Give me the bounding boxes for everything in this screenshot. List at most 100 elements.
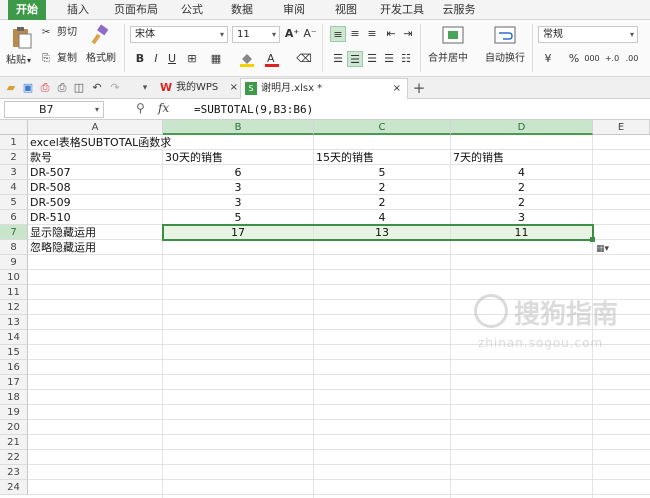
currency-icon[interactable]: ¥ bbox=[540, 51, 556, 67]
cell-a4[interactable]: DR-508 bbox=[28, 180, 163, 195]
redo-icon[interactable]: ↷ bbox=[108, 81, 122, 95]
bold-button[interactable]: B bbox=[132, 51, 148, 67]
distribute-icon[interactable]: ☷ bbox=[398, 51, 414, 67]
cell-d5[interactable]: 2 bbox=[451, 195, 593, 210]
underline-button[interactable]: U bbox=[164, 51, 180, 67]
merge-center-button[interactable]: 合并居中 bbox=[428, 52, 468, 66]
cell-a1[interactable]: excel表格SUBTOTAL函数求 bbox=[28, 135, 171, 150]
cell-c6[interactable]: 4 bbox=[314, 210, 451, 225]
font-size-select[interactable]: 11 ▾ bbox=[232, 26, 280, 43]
tab-developer[interactable]: 开发工具 bbox=[376, 0, 428, 20]
comma-button[interactable]: 000 bbox=[584, 51, 600, 67]
column-header-a[interactable]: A bbox=[28, 120, 163, 135]
row-header[interactable]: 5 bbox=[0, 195, 28, 210]
fill-handle[interactable] bbox=[590, 237, 595, 242]
row-header[interactable]: 23 bbox=[0, 465, 28, 480]
borders-icon[interactable]: ⊞ bbox=[184, 51, 200, 67]
select-all-corner[interactable] bbox=[0, 120, 28, 135]
cell-b2[interactable]: 30天的销售 bbox=[163, 150, 314, 165]
number-format-select[interactable]: 常规 ▾ bbox=[538, 26, 638, 43]
row-header[interactable]: 22 bbox=[0, 450, 28, 465]
cut-icon[interactable]: ✂ bbox=[42, 26, 50, 40]
cell-c2[interactable]: 15天的销售 bbox=[314, 150, 451, 165]
decrease-decimal-button[interactable]: .00 bbox=[624, 51, 640, 67]
copy-button[interactable]: 复制 bbox=[57, 52, 77, 66]
row-header[interactable]: 21 bbox=[0, 435, 28, 450]
tab-data[interactable]: 数据 bbox=[224, 0, 260, 20]
tab-workbook[interactable]: S 谢明月.xlsx * × bbox=[240, 78, 408, 99]
formula-input[interactable]: =SUBTOTAL(9,B3:B6) bbox=[194, 101, 313, 118]
percent-button[interactable]: % bbox=[566, 51, 582, 67]
close-icon[interactable]: × bbox=[393, 79, 401, 99]
align-right-icon[interactable]: ☰ bbox=[364, 51, 380, 67]
grow-font-button[interactable]: A⁺ bbox=[284, 26, 300, 42]
column-header-c[interactable]: C bbox=[314, 120, 451, 135]
font-color-icon[interactable]: A bbox=[264, 51, 280, 67]
close-icon[interactable]: × bbox=[230, 78, 238, 98]
export-pdf-icon[interactable]: ⎙ bbox=[38, 81, 52, 95]
cell-a7[interactable]: 显示隐藏运用 bbox=[28, 225, 163, 240]
tab-formulas[interactable]: 公式 bbox=[174, 0, 210, 20]
align-top-icon[interactable]: ≡ bbox=[330, 26, 346, 42]
paste-dropdown-icon[interactable]: ▾ bbox=[27, 54, 31, 68]
cell-a5[interactable]: DR-509 bbox=[28, 195, 163, 210]
font-name-select[interactable]: 宋体 ▾ bbox=[130, 26, 228, 43]
cell-c4[interactable]: 2 bbox=[314, 180, 451, 195]
cell-c5[interactable]: 2 bbox=[314, 195, 451, 210]
cell-a3[interactable]: DR-507 bbox=[28, 165, 163, 180]
paste-icon[interactable] bbox=[10, 25, 32, 49]
cell-b6[interactable]: 5 bbox=[163, 210, 314, 225]
print-icon[interactable]: ⎙ bbox=[55, 81, 69, 95]
cell-d2[interactable]: 7天的销售 bbox=[451, 150, 593, 165]
paste-options-button[interactable]: ▦▾ bbox=[596, 244, 622, 258]
open-folder-icon[interactable]: ▰ bbox=[4, 81, 18, 95]
row-header[interactable]: 12 bbox=[0, 300, 28, 315]
row-header[interactable]: 24 bbox=[0, 480, 28, 495]
merge-center-icon[interactable] bbox=[442, 25, 464, 45]
format-painter-button[interactable]: 格式刷 bbox=[86, 52, 116, 66]
cell-d3[interactable]: 4 bbox=[451, 165, 593, 180]
customize-toolbar-icon[interactable]: ▾ bbox=[138, 81, 152, 95]
row-header[interactable]: 4 bbox=[0, 180, 28, 195]
format-painter-icon[interactable] bbox=[90, 24, 110, 46]
cell-b4[interactable]: 3 bbox=[163, 180, 314, 195]
insert-function-button[interactable]: fx bbox=[158, 101, 169, 115]
tab-cloud[interactable]: 云服务 bbox=[436, 0, 482, 20]
row-header[interactable]: 7 bbox=[0, 225, 28, 240]
row-header[interactable]: 20 bbox=[0, 420, 28, 435]
cell-b3[interactable]: 6 bbox=[163, 165, 314, 180]
row-header[interactable]: 18 bbox=[0, 390, 28, 405]
cell-b5[interactable]: 3 bbox=[163, 195, 314, 210]
indent-increase-icon[interactable]: ⇥ bbox=[400, 26, 416, 42]
increase-decimal-button[interactable]: +.0 bbox=[604, 51, 620, 67]
paste-button[interactable]: 粘贴 bbox=[6, 54, 26, 68]
merge-cells-icon[interactable]: ▦ bbox=[208, 51, 224, 67]
tab-page-layout[interactable]: 页面布局 bbox=[110, 0, 162, 20]
row-header[interactable]: 15 bbox=[0, 345, 28, 360]
cell-c7[interactable]: 13 bbox=[314, 225, 451, 240]
row-header[interactable]: 8 bbox=[0, 240, 28, 255]
align-middle-icon[interactable]: ≡ bbox=[347, 26, 363, 42]
tab-my-wps[interactable]: W 我的WPS × bbox=[156, 78, 240, 99]
clear-format-icon[interactable]: ⌫ bbox=[296, 51, 312, 67]
cell-a6[interactable]: DR-510 bbox=[28, 210, 163, 225]
row-header[interactable]: 11 bbox=[0, 285, 28, 300]
cell-a8[interactable]: 忽略隐藏运用 bbox=[28, 240, 163, 255]
tab-review[interactable]: 审阅 bbox=[276, 0, 312, 20]
align-left-icon[interactable]: ☰ bbox=[330, 51, 346, 67]
fill-color-icon[interactable] bbox=[238, 51, 256, 67]
tab-home[interactable]: 开始 bbox=[8, 0, 46, 20]
row-header[interactable]: 6 bbox=[0, 210, 28, 225]
row-header[interactable]: 3 bbox=[0, 165, 28, 180]
print-preview-icon[interactable]: ◫ bbox=[72, 81, 86, 95]
column-header-e[interactable]: E bbox=[593, 120, 650, 135]
column-header-d[interactable]: D bbox=[451, 120, 593, 135]
row-header[interactable]: 1 bbox=[0, 135, 28, 150]
cut-button[interactable]: 剪切 bbox=[57, 26, 77, 40]
cell-c3[interactable]: 5 bbox=[314, 165, 451, 180]
italic-button[interactable]: I bbox=[148, 51, 164, 67]
row-header[interactable]: 2 bbox=[0, 150, 28, 165]
shrink-font-button[interactable]: A⁻ bbox=[302, 26, 318, 42]
new-tab-button[interactable]: + bbox=[412, 81, 426, 96]
undo-icon[interactable]: ↶ bbox=[90, 81, 104, 95]
